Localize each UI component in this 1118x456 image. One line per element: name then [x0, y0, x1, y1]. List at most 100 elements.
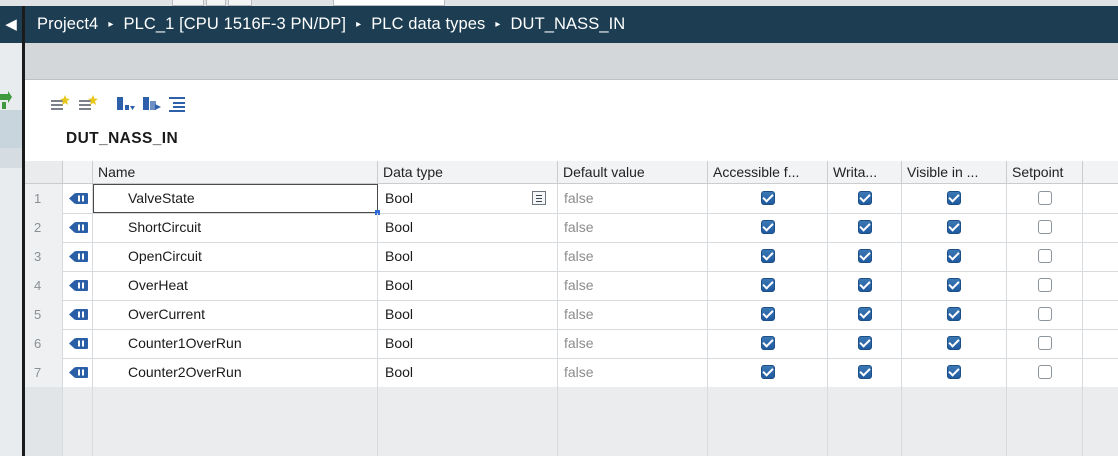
data-type-cell[interactable]: Bool [378, 329, 558, 358]
checkbox-unchecked[interactable] [1037, 307, 1052, 322]
name-cell[interactable]: ValveState [93, 184, 378, 213]
checkbox-checked[interactable] [760, 336, 775, 351]
data-type-browse-icon[interactable] [532, 191, 546, 205]
default-value-cell[interactable]: false [558, 300, 708, 329]
default-value-cell[interactable] [558, 387, 708, 416]
data-type-cell[interactable]: Bool [378, 300, 558, 329]
checkbox-checked[interactable] [760, 278, 775, 293]
checkbox-unchecked[interactable] [1037, 278, 1052, 293]
table-row[interactable]: 6 Counter1OverRun Bool false [25, 329, 1118, 359]
breadcrumb-item-project[interactable]: Project4 [37, 15, 98, 34]
checkbox-unchecked[interactable] [1037, 365, 1052, 380]
member-icon [69, 367, 88, 378]
checkbox-checked[interactable] [947, 191, 961, 206]
name-cell[interactable]: OverCurrent [93, 300, 378, 329]
name-cell[interactable]: ShortCircuit [93, 213, 378, 242]
checkbox-checked[interactable] [857, 249, 872, 264]
checkbox-checked[interactable] [947, 249, 961, 264]
empty-row[interactable] [25, 445, 1118, 456]
checkbox-checked[interactable] [947, 307, 961, 322]
checkbox-unchecked[interactable] [1037, 249, 1052, 264]
row-number[interactable]: 2 [25, 213, 63, 242]
checkbox-checked[interactable] [857, 220, 872, 235]
name-cell[interactable]: OpenCircuit [93, 242, 378, 271]
row-number[interactable]: 1 [25, 184, 63, 213]
green-arrow-icon[interactable] [0, 91, 12, 111]
header-data-type[interactable]: Data type [378, 161, 558, 183]
breadcrumb-item-plc[interactable]: PLC_1 [CPU 1516F-3 PN/DP] [123, 15, 346, 34]
default-value-cell[interactable]: false [558, 184, 708, 213]
data-type-cell[interactable] [378, 416, 558, 445]
header-name[interactable]: Name [93, 161, 378, 183]
name-cell[interactable] [93, 445, 378, 456]
default-value-cell[interactable]: false [558, 213, 708, 242]
default-value-cell[interactable] [558, 445, 708, 456]
checkbox-checked[interactable] [857, 365, 872, 380]
table-row[interactable]: 2 ShortCircuit Bool false [25, 213, 1118, 243]
table-row[interactable]: 5 OverCurrent Bool false [25, 300, 1118, 330]
breadcrumb-item-plc-data-types[interactable]: PLC data types [371, 15, 485, 34]
header-writable[interactable]: Writa... [828, 161, 902, 183]
checkbox-checked[interactable] [760, 191, 775, 206]
checkbox-checked[interactable] [947, 220, 961, 235]
member-icon-cell [63, 445, 93, 456]
name-cell[interactable] [93, 387, 378, 416]
row-number[interactable]: 5 [25, 300, 63, 329]
default-value-cell[interactable]: false [558, 329, 708, 358]
header-visible[interactable]: Visible in ... [902, 161, 1007, 183]
checkbox-unchecked[interactable] [1037, 191, 1052, 206]
accessible-cell [708, 184, 828, 213]
table-row[interactable]: 4 OverHeat Bool false [25, 271, 1118, 301]
writable-cell [828, 242, 902, 271]
data-type-cell[interactable]: Bool [378, 358, 558, 387]
insert-row-icon[interactable] [50, 94, 72, 114]
default-value-cell[interactable] [558, 416, 708, 445]
row-number[interactable]: 6 [25, 329, 63, 358]
name-cell[interactable]: Counter2OverRun [93, 358, 378, 387]
expand-icon[interactable] [115, 94, 137, 114]
checkbox-unchecked[interactable] [1037, 220, 1052, 235]
header-default-value[interactable]: Default value [558, 161, 708, 183]
checkbox-checked[interactable] [760, 365, 775, 380]
row-number[interactable]: 3 [25, 242, 63, 271]
checkbox-checked[interactable] [857, 191, 872, 206]
checkbox-checked[interactable] [857, 278, 872, 293]
data-type-cell[interactable] [378, 445, 558, 456]
table-row[interactable]: 3 OpenCircuit Bool false [25, 242, 1118, 272]
data-type-cell[interactable]: Bool [378, 213, 558, 242]
overview-icon[interactable] [167, 94, 189, 114]
checkbox-checked[interactable] [857, 307, 872, 322]
add-row-icon[interactable] [78, 94, 100, 114]
header-accessible[interactable]: Accessible f... [708, 161, 828, 183]
name-cell[interactable] [93, 416, 378, 445]
checkbox-checked[interactable] [760, 220, 775, 235]
setpoint-cell [1007, 242, 1083, 271]
default-value-cell[interactable]: false [558, 358, 708, 387]
member-icon [69, 193, 88, 204]
default-value-cell[interactable]: false [558, 271, 708, 300]
checkbox-checked[interactable] [947, 278, 961, 293]
checkbox-checked[interactable] [947, 336, 961, 351]
data-type-cell[interactable]: Bool [378, 271, 558, 300]
name-cell[interactable]: OverHeat [93, 271, 378, 300]
breadcrumb-item-current[interactable]: DUT_NASS_IN [511, 15, 626, 34]
checkbox-checked[interactable] [857, 336, 872, 351]
row-number[interactable]: 4 [25, 271, 63, 300]
checkbox-checked[interactable] [760, 307, 775, 322]
collapse-icon[interactable] [141, 94, 163, 114]
name-cell[interactable]: Counter1OverRun [93, 329, 378, 358]
row-number[interactable]: 7 [25, 358, 63, 387]
data-type-cell[interactable] [378, 387, 558, 416]
table-row[interactable]: 7 Counter2OverRun Bool false [25, 358, 1118, 388]
default-value-cell[interactable]: false [558, 242, 708, 271]
data-type-cell[interactable]: Bool [378, 242, 558, 271]
empty-row[interactable] [25, 387, 1118, 417]
table-row[interactable]: 1 ValveState Bool false [25, 184, 1118, 215]
checkbox-unchecked[interactable] [1037, 336, 1052, 351]
checkbox-checked[interactable] [947, 365, 961, 380]
header-setpoint[interactable]: Setpoint [1007, 161, 1083, 183]
checkbox-checked[interactable] [760, 249, 775, 264]
empty-row[interactable] [25, 416, 1118, 446]
data-type-cell[interactable]: Bool [378, 184, 558, 213]
collapse-panel-button[interactable]: ◀ [0, 6, 22, 43]
